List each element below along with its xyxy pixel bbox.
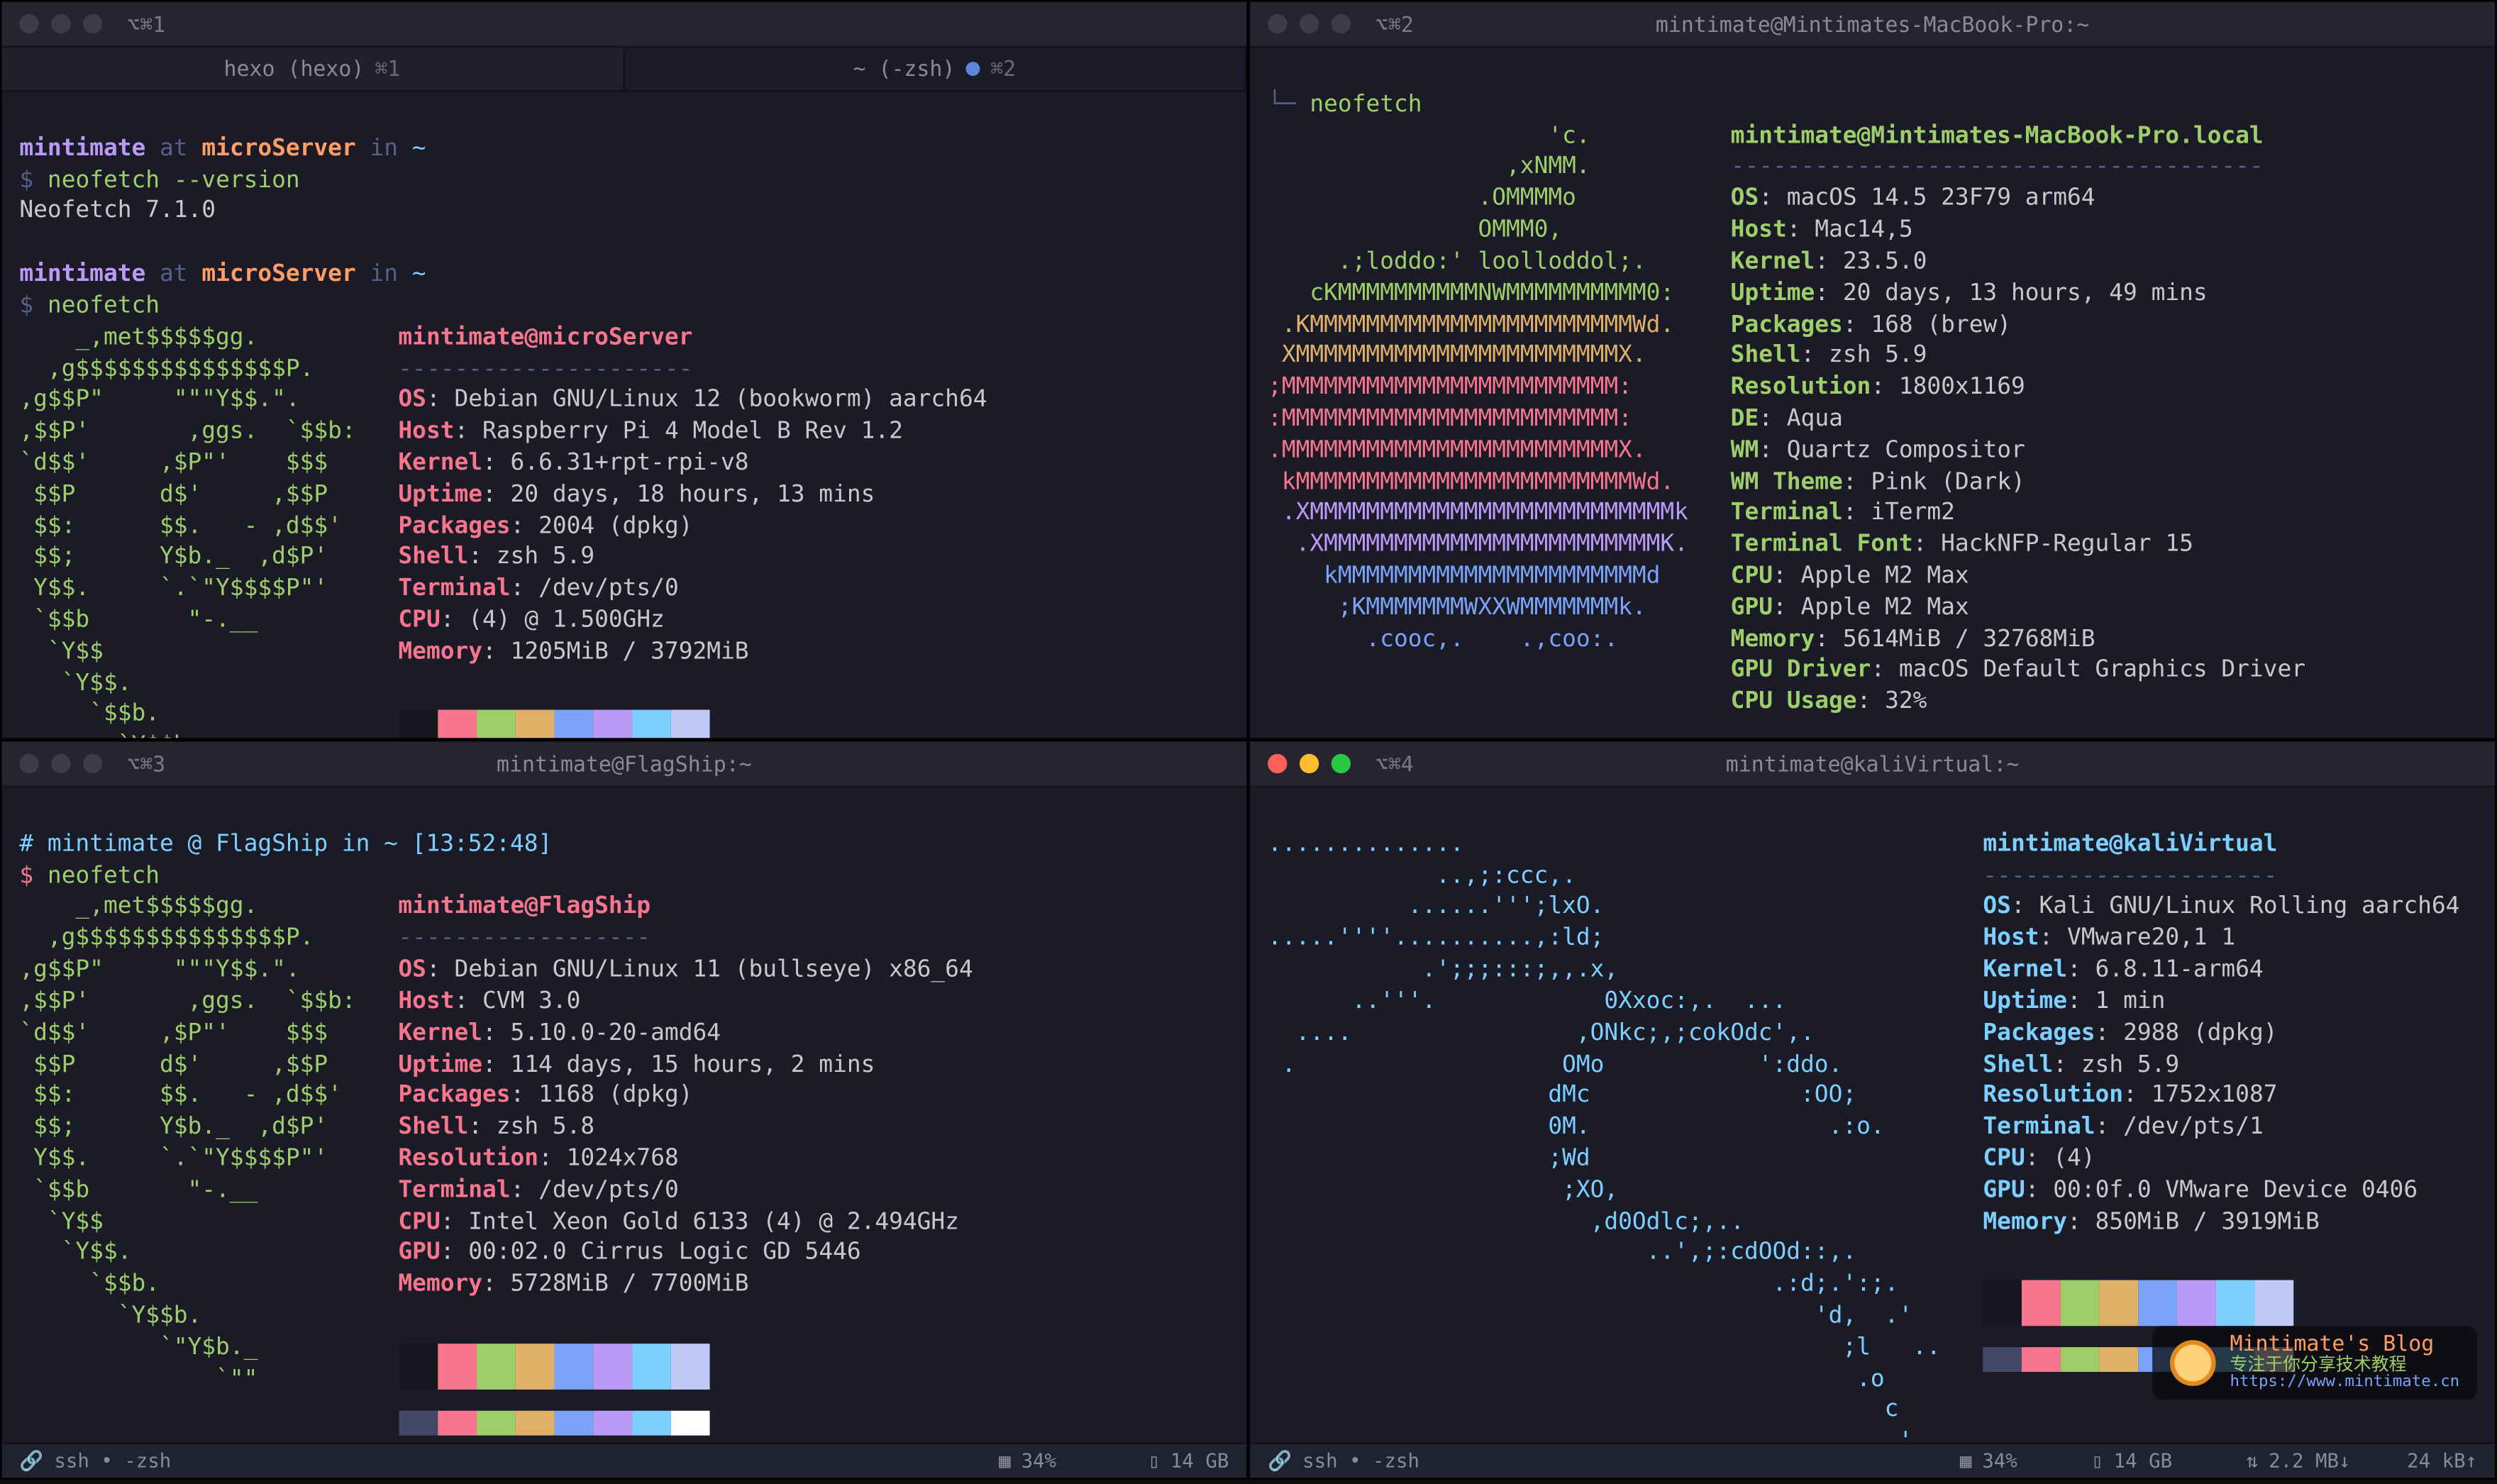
tab-zsh[interactable]: ~ (-zsh) ⌘2 bbox=[624, 48, 1246, 90]
titlebar[interactable]: ⌥⌘3 mintimate@FlagShip:~ bbox=[1, 741, 1246, 787]
ascii-art-debian: _,met$$$$$gg. ,g$$$$$$$$$$$$$$$P. ,g$$P"… bbox=[19, 323, 355, 738]
link-icon: 🔗 bbox=[19, 1449, 43, 1472]
tab-bar: hexo (hexo) ⌘1 ~ (-zsh) ⌘2 bbox=[1, 48, 1246, 92]
terminal-pane-1: ⌥⌘1 hexo (hexo) ⌘1 ~ (-zsh) ⌘2 mintimate… bbox=[0, 0, 1248, 740]
status-bar: 🔗ssh • -zsh ▦34% ▯14 GB bbox=[1, 1443, 1246, 1478]
cpu-icon: ▦ bbox=[1960, 1449, 1971, 1472]
window-title: mintimate@Mintimates-MacBook-Pro:~ bbox=[1250, 11, 2495, 36]
terminal-output[interactable]: .............. ..,;:ccc,. ......''';lxO.… bbox=[1250, 787, 2495, 1442]
minimize-icon[interactable] bbox=[1300, 754, 1319, 773]
terminal-output[interactable]: └─ neofetch 'c. ,xNMM. .OMMMMo OMMM0, .;… bbox=[1250, 48, 2495, 738]
color-swatches bbox=[1983, 1280, 2293, 1327]
terminal-pane-4: ⌥⌘4 mintimate@kaliVirtual:~ ............… bbox=[1248, 740, 2497, 1480]
watermark: Mintimate's Blog 专注于你分享技术教程 https://www.… bbox=[2152, 1326, 2477, 1400]
terminal-output[interactable]: mintimate at microServer in ~ $ neofetch… bbox=[1, 92, 1246, 738]
memory-icon: ▯ bbox=[2091, 1449, 2103, 1472]
close-icon[interactable] bbox=[1268, 754, 1287, 773]
window-title: mintimate@kaliVirtual:~ bbox=[1250, 751, 2495, 776]
tab-hexo[interactable]: hexo (hexo) ⌘1 bbox=[1, 48, 624, 90]
zoom-icon[interactable] bbox=[83, 14, 102, 33]
window-controls[interactable] bbox=[1268, 754, 1351, 773]
terminal-pane-2: ⌥⌘2 mintimate@Mintimates-MacBook-Pro:~ └… bbox=[1248, 0, 2497, 740]
ascii-art-kali: .............. ..,;:ccc,. ......''';lxO.… bbox=[1268, 829, 1941, 1442]
blog-logo-icon bbox=[2170, 1340, 2216, 1386]
titlebar[interactable]: ⌥⌘1 bbox=[1, 1, 1246, 48]
ascii-art-apple: 'c. ,xNMM. .OMMMMo OMMM0, .;loddo:' lool… bbox=[1268, 121, 1688, 656]
window-controls[interactable] bbox=[19, 14, 102, 33]
window-controls[interactable] bbox=[19, 754, 102, 773]
color-swatches bbox=[398, 711, 709, 738]
pane-shortcut: ⌥⌘3 bbox=[127, 751, 165, 776]
titlebar[interactable]: ⌥⌘2 mintimate@Mintimates-MacBook-Pro:~ bbox=[1250, 1, 2495, 48]
pane-shortcut: ⌥⌘1 bbox=[127, 11, 165, 36]
terminal-output[interactable]: # mintimate @ FlagShip in ~ [13:52:48] $… bbox=[1, 787, 1246, 1442]
link-icon: 🔗 bbox=[1268, 1449, 1292, 1472]
pane-shortcut: ⌥⌘4 bbox=[1375, 751, 1414, 776]
window-title: mintimate@FlagShip:~ bbox=[1, 751, 1246, 776]
memory-icon: ▯ bbox=[1148, 1449, 1159, 1472]
system-info: mintimate@FlagShip ------------------ OS… bbox=[398, 892, 973, 1442]
status-bar: 🔗ssh • -zsh ▦34% ▯14 GB ⇅2.2 MB↓ 24 kB↑ bbox=[1250, 1443, 2495, 1478]
close-icon[interactable] bbox=[1268, 14, 1287, 33]
active-dot-icon bbox=[965, 62, 980, 76]
window-controls[interactable] bbox=[1268, 14, 1351, 33]
system-info: mintimate@kaliVirtual ------------------… bbox=[1983, 829, 2459, 1382]
zoom-icon[interactable] bbox=[83, 754, 102, 773]
system-info: mintimate@microServer ------------------… bbox=[398, 323, 987, 738]
titlebar[interactable]: ⌥⌘4 mintimate@kaliVirtual:~ bbox=[1250, 741, 2495, 787]
network-icon: ⇅ bbox=[2247, 1449, 2258, 1472]
color-swatches-bright bbox=[398, 1410, 709, 1435]
pane-shortcut: ⌥⌘2 bbox=[1375, 11, 1414, 36]
color-swatches bbox=[398, 1344, 709, 1390]
terminal-pane-3: ⌥⌘3 mintimate@FlagShip:~ # mintimate @ F… bbox=[0, 740, 1248, 1480]
close-icon[interactable] bbox=[19, 14, 38, 33]
minimize-icon[interactable] bbox=[1300, 14, 1319, 33]
system-info: mintimate@Mintimates-MacBook-Pro.local -… bbox=[1731, 121, 2305, 738]
cpu-icon: ▦ bbox=[999, 1449, 1010, 1472]
zoom-icon[interactable] bbox=[1331, 14, 1351, 33]
minimize-icon[interactable] bbox=[51, 754, 70, 773]
close-icon[interactable] bbox=[19, 754, 38, 773]
zoom-icon[interactable] bbox=[1331, 754, 1351, 773]
ascii-art-debian: _,met$$$$$gg. ,g$$$$$$$$$$$$$$$P. ,g$$P"… bbox=[19, 892, 355, 1395]
minimize-icon[interactable] bbox=[51, 14, 70, 33]
